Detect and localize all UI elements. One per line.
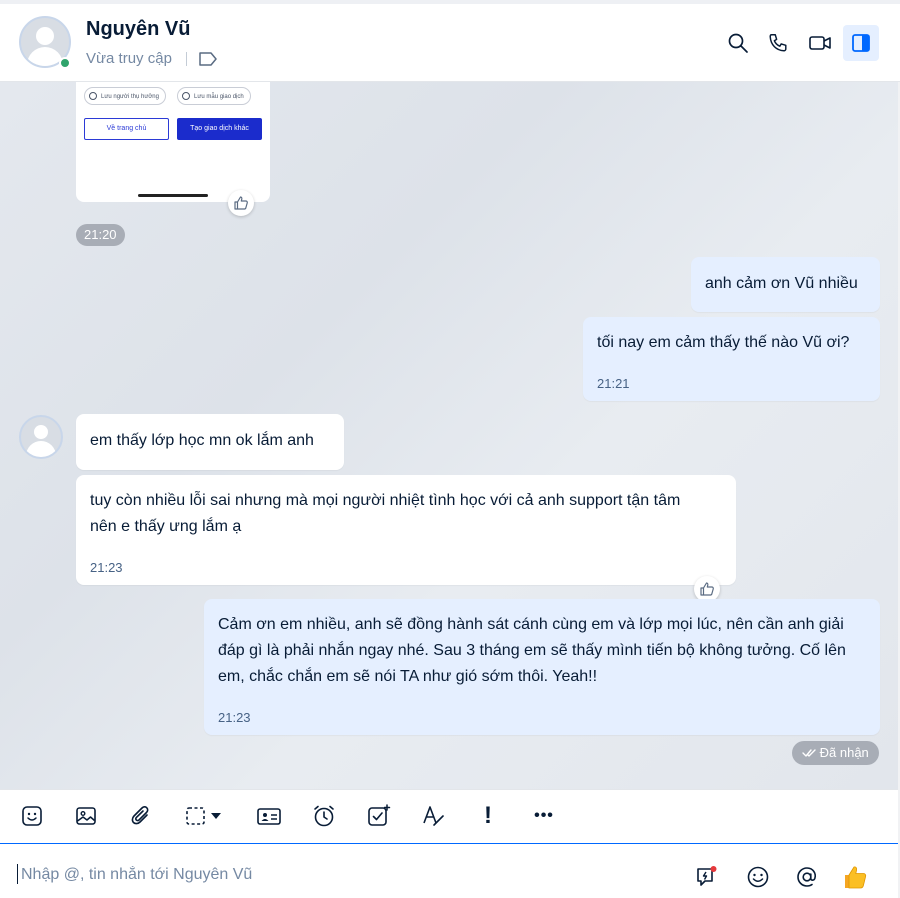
more-options-icon[interactable]: ••• [526,802,562,830]
text-caret [17,864,18,884]
delivery-status-text: Đã nhận [819,745,869,760]
urgent-mark-icon[interactable]: ! [474,802,502,830]
screenshot-capture-icon[interactable] [182,802,210,830]
message-list[interactable]: Lưu người thụ hưởng Lưu mẫu giao dịch Về… [0,82,898,789]
outgoing-message[interactable]: Cảm ơn em nhiều, anh sẽ đồng hành sát cá… [204,599,880,735]
message-text: tối nay em cảm thấy thế nào Vũ ơi? [597,334,850,351]
timestamp-pill: 21:20 [76,224,125,246]
composer-toolbar: ! ••• [0,789,898,843]
delivery-status-badge: Đã nhận [792,741,879,765]
mention-icon[interactable] [792,862,822,892]
sticker-icon[interactable] [18,802,46,830]
contact-card-icon[interactable] [255,802,283,830]
label-tag-icon[interactable] [198,51,218,72]
task-checklist-icon[interactable] [365,802,393,830]
quick-like-icon[interactable] [840,862,870,892]
status-divider [186,52,187,66]
message-text: em thấy lớp học mn ok lắm anh [90,432,314,449]
outgoing-message[interactable]: anh cảm ơn Vũ nhiều [691,257,880,312]
online-indicator [59,57,71,69]
text-format-icon[interactable] [420,802,448,830]
outgoing-message[interactable]: tối nay em cảm thấy thế nào Vũ ơi? 21:21 [583,317,880,401]
phone-call-icon[interactable] [765,30,791,56]
message-text: tuy còn nhiều lỗi sai nhưng mà mọi người… [90,492,681,535]
double-check-icon [802,745,820,760]
toggle-panel-icon[interactable] [843,25,879,61]
reminder-alarm-icon[interactable] [310,802,338,830]
message-input[interactable] [19,857,663,893]
quick-message-icon[interactable] [692,862,722,892]
save-payee-chip: Lưu người thụ hưởng [84,87,166,105]
message-time: 21:23 [218,710,251,725]
thumbs-up-react-icon[interactable] [228,190,254,216]
chat-header: Nguyên Vũ Vừa truy cập [0,4,900,82]
new-transaction-button: Tạo giao dịch khác [177,118,262,140]
contact-name[interactable]: Nguyên Vũ [86,18,190,41]
incoming-message[interactable]: tuy còn nhiều lỗi sai nhưng mà mọi người… [76,475,736,585]
transaction-screenshot[interactable]: Lưu người thụ hưởng Lưu mẫu giao dịch Về… [76,82,270,202]
search-icon[interactable] [725,30,751,56]
attachment-icon[interactable] [127,802,155,830]
message-text: anh cảm ơn Vũ nhiều [705,275,858,292]
message-time: 21:21 [597,376,630,391]
message-text: Cảm ơn em nhiều, anh sẽ đồng hành sát cá… [218,616,846,685]
sender-avatar[interactable] [19,415,63,459]
image-icon[interactable] [72,802,100,830]
message-time: 21:23 [90,560,123,575]
chevron-down-icon[interactable] [208,802,224,830]
contact-status: Vừa truy cập [86,50,172,67]
save-template-chip: Lưu mẫu giao dịch [177,87,251,105]
video-call-icon[interactable] [807,30,833,56]
back-home-button: Về trang chủ [84,118,169,140]
home-indicator [138,194,208,197]
incoming-message[interactable]: em thấy lớp học mn ok lắm anh [76,414,344,470]
emoji-icon[interactable] [743,862,773,892]
